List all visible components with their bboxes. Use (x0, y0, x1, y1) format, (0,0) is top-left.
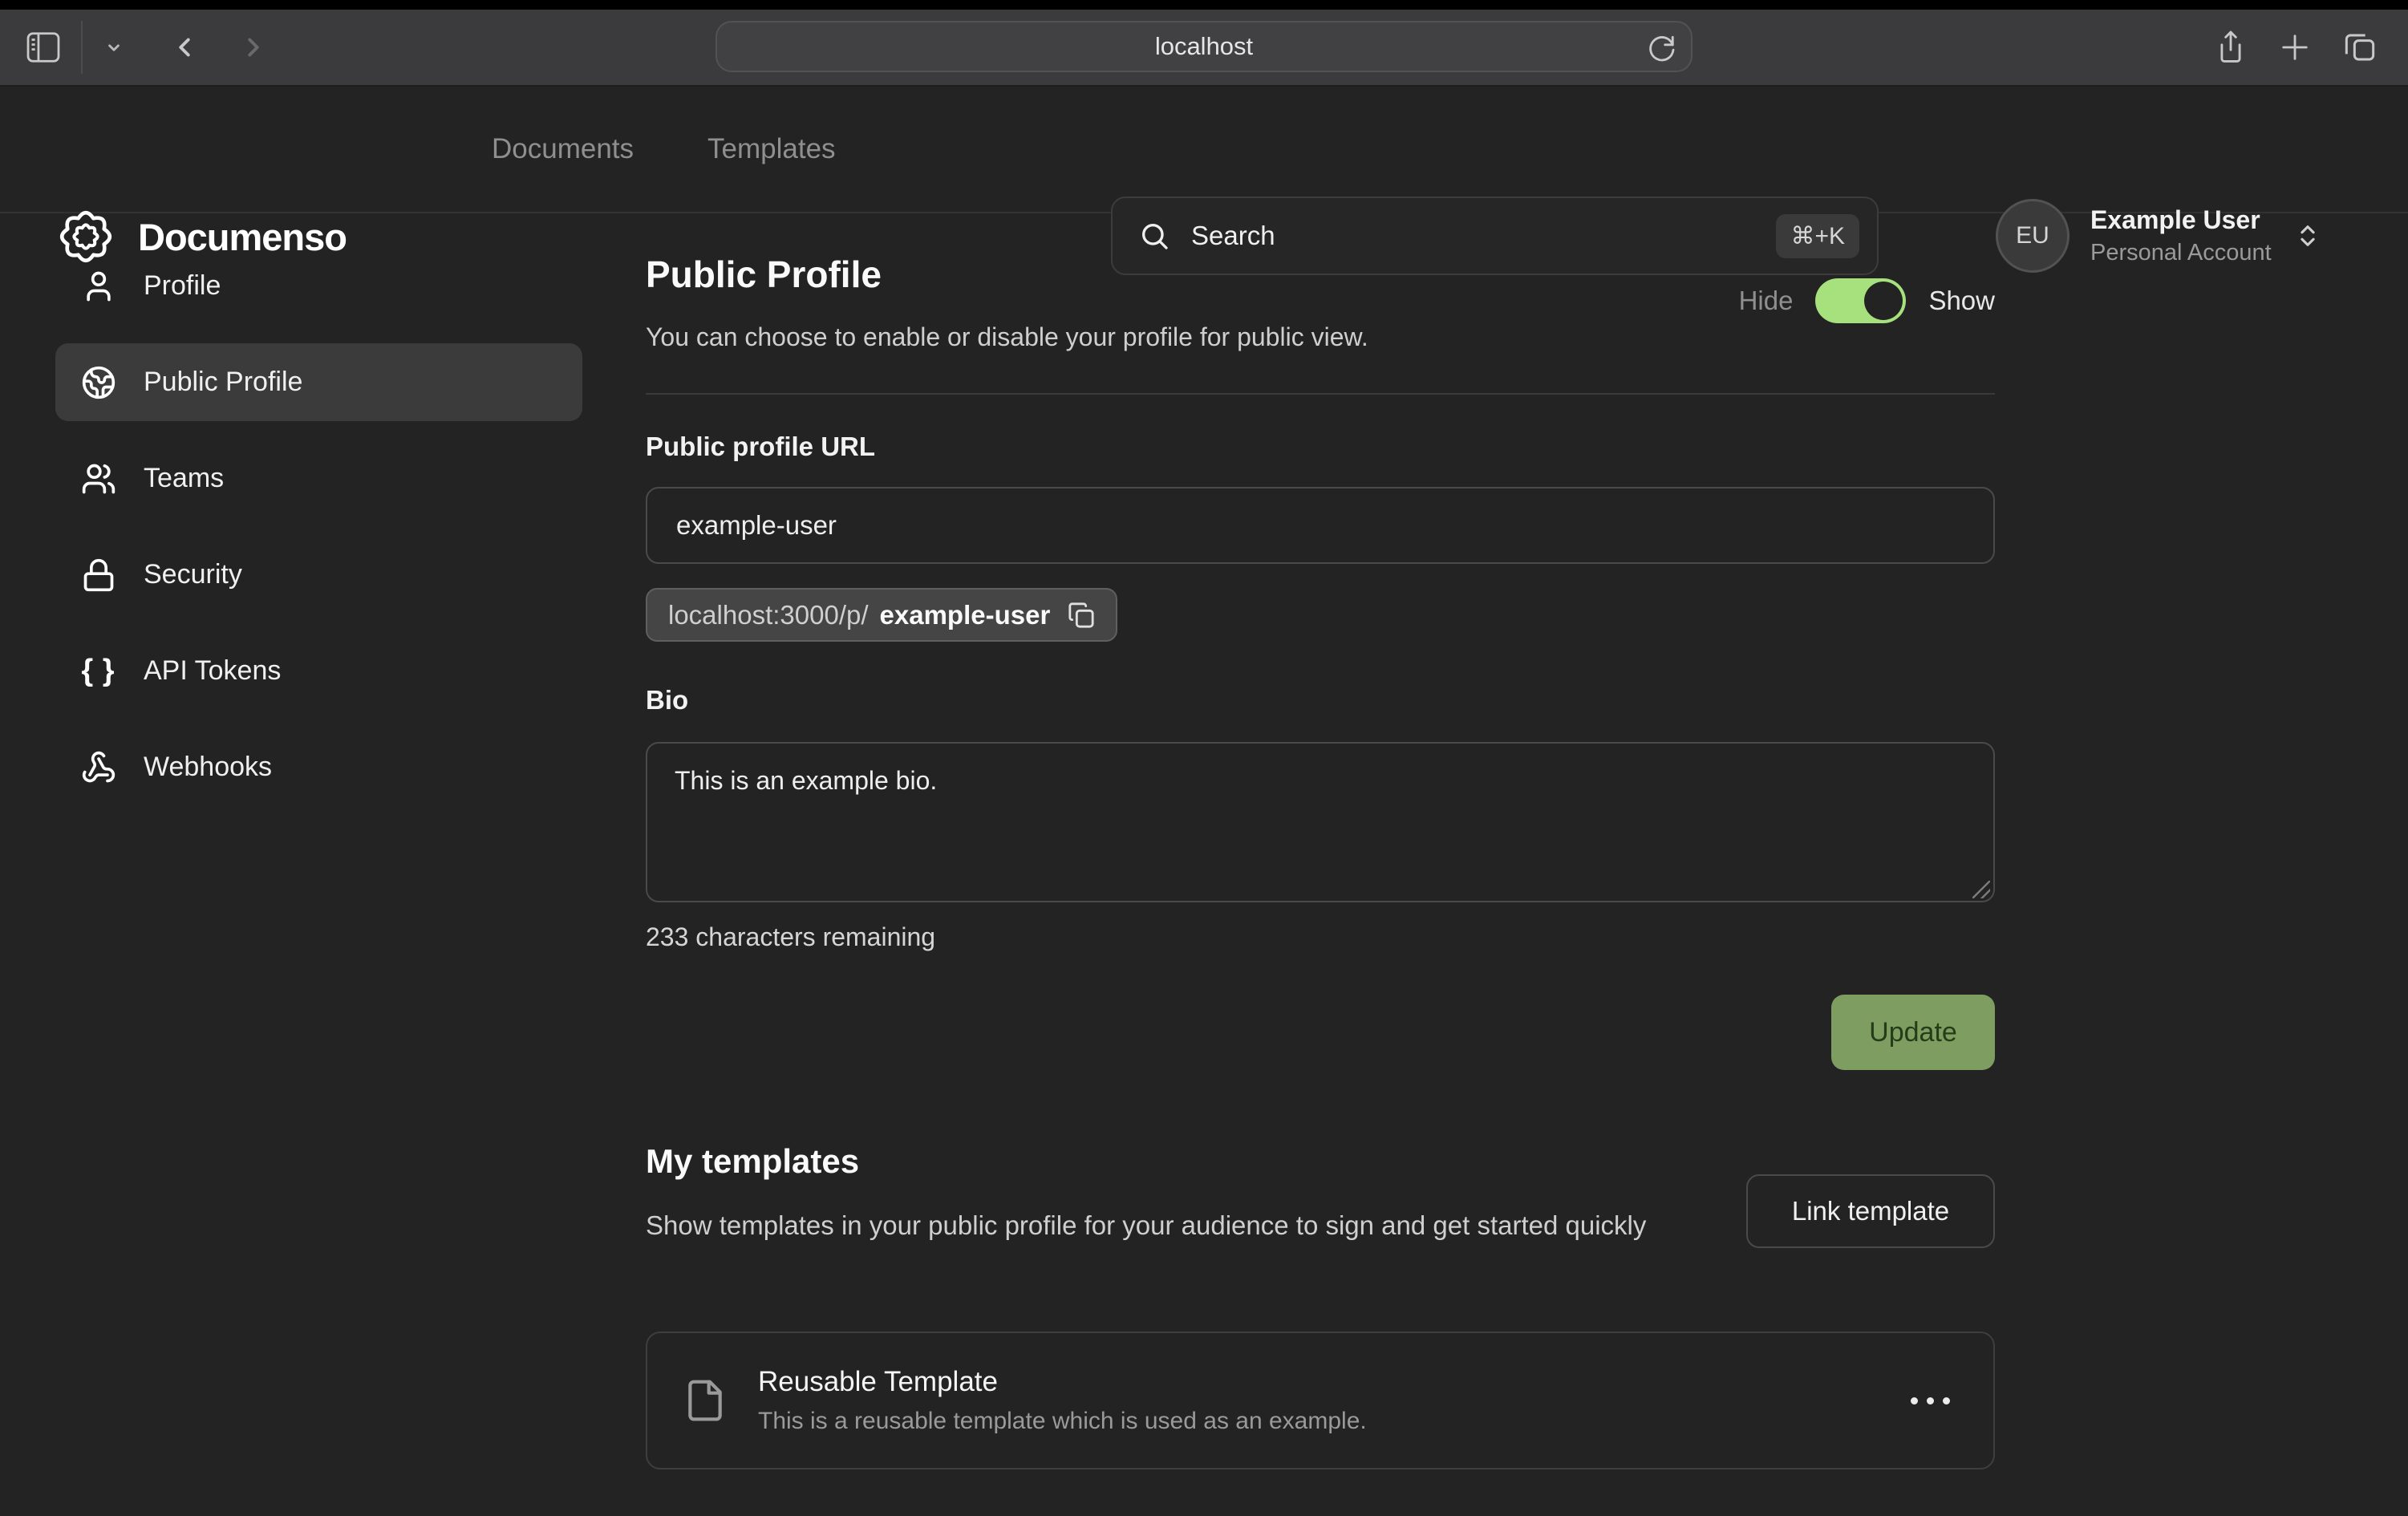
sidebar-item-webhooks[interactable]: Webhooks (55, 728, 582, 806)
search-input[interactable] (1191, 221, 1776, 251)
bio-field-label: Bio (646, 685, 688, 715)
sidebar-item-label: Public Profile (144, 367, 302, 398)
chevrons-up-down-icon (2294, 222, 2321, 249)
user-icon (81, 269, 116, 304)
top-nav: Documents Templates (492, 87, 836, 212)
url-field-label: Public profile URL (646, 432, 875, 462)
public-url-preview-chip[interactable]: localhost:3000/p/example-user (646, 588, 1117, 642)
public-url-input[interactable] (646, 487, 1995, 564)
sidebar-dropdown-button[interactable] (103, 37, 124, 58)
template-title: Reusable Template (758, 1366, 1367, 1398)
chrome-divider (81, 21, 83, 74)
section-divider (646, 393, 1995, 395)
sidebar-item-security[interactable]: Security (55, 536, 582, 614)
toggle-hide-label: Hide (1739, 286, 1794, 316)
link-template-button[interactable]: Link template (1746, 1174, 1995, 1248)
template-more-button[interactable] (1903, 1389, 1958, 1413)
sidebar-item-label: Teams (144, 463, 224, 494)
tabs-overview-button[interactable] (2344, 31, 2376, 63)
bio-character-counter: 233 characters remaining (646, 922, 935, 952)
new-tab-icon (2280, 32, 2310, 63)
braces-icon: { } (81, 654, 116, 688)
toggle-knob (1864, 282, 1903, 320)
page-subtitle: You can choose to enable or disable your… (646, 322, 1368, 352)
user-account-type: Personal Account (2090, 240, 2272, 266)
share-button[interactable] (2215, 30, 2246, 64)
new-tab-button[interactable] (2280, 32, 2310, 63)
refresh-button[interactable] (1646, 32, 1676, 63)
textarea-resize-handle[interactable] (1972, 881, 1990, 898)
sidebar-item-label: Profile (144, 270, 221, 302)
bio-textarea[interactable]: This is an example bio. (646, 742, 1995, 902)
search-icon (1138, 220, 1170, 252)
url-slug: example-user (880, 600, 1051, 630)
sidebar-item-label: Webhooks (144, 752, 272, 783)
sidebar-item-profile[interactable]: Profile (55, 247, 582, 325)
my-templates-description: Show templates in your public profile fo… (646, 1206, 1713, 1246)
lock-icon (81, 557, 116, 593)
browser-chrome: localhost (0, 0, 2408, 87)
search-shortcut-badge: ⌘+K (1776, 214, 1859, 258)
user-menu[interactable]: EU Example User Personal Account (1996, 199, 2321, 273)
share-icon (2215, 30, 2246, 64)
visibility-toggle[interactable] (1815, 278, 1906, 323)
copy-icon[interactable] (1068, 602, 1095, 629)
my-templates-title: My templates (646, 1142, 859, 1181)
sidebar-panel-icon (26, 32, 60, 63)
sidebar-panel-button[interactable] (26, 32, 60, 63)
address-bar[interactable]: localhost (716, 21, 1692, 72)
app-header: Documenso Documents Templates ⌘+K EU Exa… (0, 87, 2408, 213)
users-icon (81, 461, 116, 497)
back-button[interactable] (169, 32, 200, 63)
toggle-show-label: Show (1928, 286, 1995, 316)
forward-button[interactable] (238, 32, 269, 63)
refresh-icon (1646, 32, 1676, 63)
avatar: EU (1996, 199, 2070, 273)
globe-icon (81, 365, 116, 400)
back-icon (169, 32, 200, 63)
nav-templates[interactable]: Templates (707, 133, 836, 165)
chevron-down-icon (103, 37, 124, 58)
search-bar[interactable]: ⌘+K (1111, 197, 1879, 275)
template-card[interactable]: Reusable Template This is a reusable tem… (646, 1332, 1995, 1469)
webhook-icon (81, 750, 116, 785)
settings-sidebar: Profile Public Profile Teams Security { … (55, 247, 582, 825)
update-button[interactable]: Update (1831, 995, 1995, 1070)
page-title: Public Profile (646, 253, 882, 296)
nav-documents[interactable]: Documents (492, 133, 634, 165)
sidebar-item-teams[interactable]: Teams (55, 440, 582, 517)
sidebar-item-label: API Tokens (144, 655, 281, 687)
template-description: This is a reusable template which is use… (758, 1408, 1367, 1435)
user-name: Example User (2090, 205, 2272, 235)
sidebar-item-public-profile[interactable]: Public Profile (55, 343, 582, 421)
sidebar-item-api-tokens[interactable]: { } API Tokens (55, 632, 582, 710)
forward-icon (238, 32, 269, 63)
address-bar-url: localhost (1155, 32, 1253, 61)
file-icon (683, 1375, 728, 1426)
profile-visibility-control: Hide Show (1739, 278, 1995, 323)
more-horizontal-icon (1911, 1397, 1918, 1405)
tabs-overview-icon (2344, 31, 2376, 63)
url-prefix: localhost:3000/p/ (668, 600, 869, 630)
sidebar-item-label: Security (144, 559, 242, 590)
